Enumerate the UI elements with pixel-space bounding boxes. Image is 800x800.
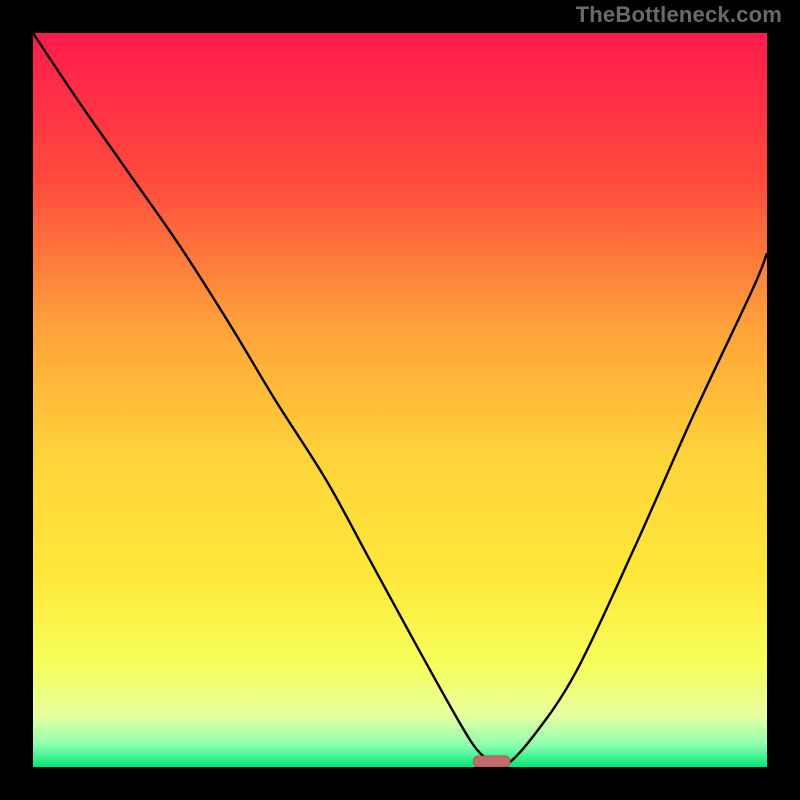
watermark-text: TheBottleneck.com — [576, 2, 782, 28]
chart-frame: TheBottleneck.com — [0, 0, 800, 800]
bottleneck-chart — [0, 0, 800, 800]
optimal-marker — [473, 756, 510, 767]
gradient-panel — [33, 33, 767, 767]
